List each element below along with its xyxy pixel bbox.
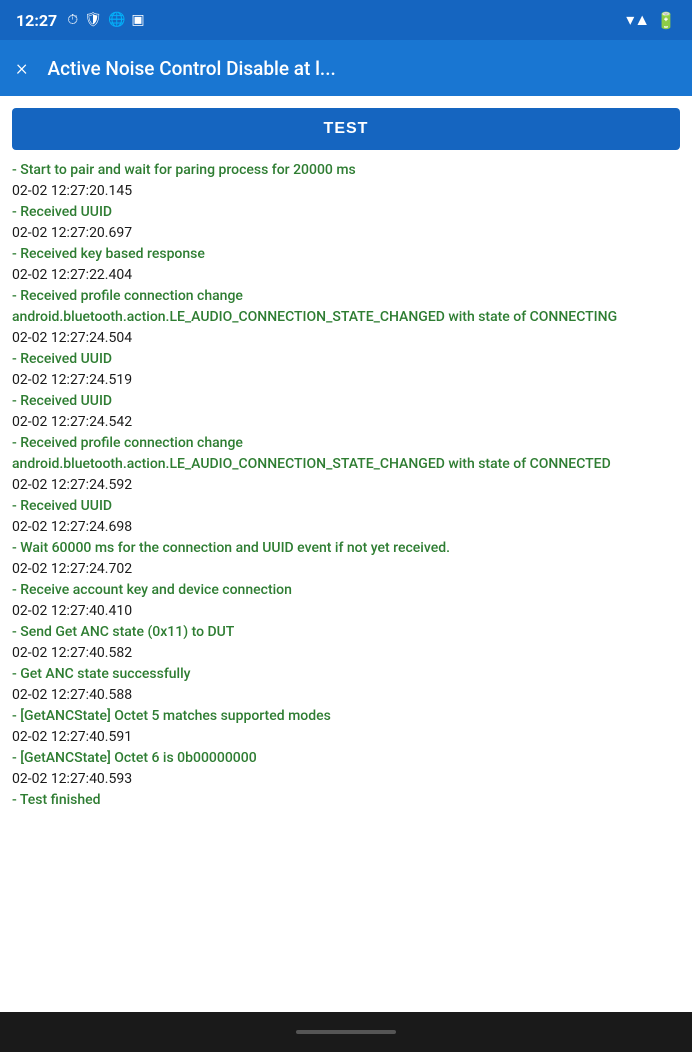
clock-icon: ⏱	[67, 12, 78, 28]
log-timestamp: 02-02 12:27:20.697	[12, 223, 676, 244]
app-bar: × Active Noise Control Disable at l...	[0, 40, 692, 96]
log-timestamp: 02-02 12:27:40.591	[12, 727, 676, 748]
app-bar-title: Active Noise Control Disable at l...	[48, 57, 336, 80]
log-timestamp: 02-02 12:27:40.582	[12, 643, 676, 664]
log-timestamp: 02-02 12:27:24.504	[12, 328, 676, 349]
log-message: - Test finished	[12, 790, 676, 811]
status-bar: 12:27 ⏱ 🛡 🌐 ▣ ▾▲ 🔋	[0, 0, 692, 40]
log-message: - Received UUID	[12, 391, 676, 412]
wifi-icon: ▾▲	[626, 10, 650, 30]
battery-icon: 🔋	[656, 11, 676, 30]
log-timestamp: 02-02 12:27:40.593	[12, 769, 676, 790]
status-time: 12:27	[16, 11, 57, 30]
log-timestamp: 02-02 12:27:40.588	[12, 685, 676, 706]
log-timestamp: 02-02 12:27:24.542	[12, 412, 676, 433]
screen-icon: ▣	[131, 12, 144, 28]
log-timestamp: 02-02 12:27:24.592	[12, 475, 676, 496]
log-message: - Received UUID	[12, 496, 676, 517]
main-content: TEST - Start to pair and wait for paring…	[0, 96, 692, 1012]
log-message: - Receive account key and device connect…	[12, 580, 676, 601]
log-message: - Start to pair and wait for paring proc…	[12, 160, 676, 181]
log-message: - Received UUID	[12, 349, 676, 370]
log-timestamp: 02-02 12:27:24.702	[12, 559, 676, 580]
log-timestamp: 02-02 12:27:22.404	[12, 265, 676, 286]
test-button[interactable]: TEST	[12, 108, 680, 150]
log-message: - Send Get ANC state (0x11) to DUT	[12, 622, 676, 643]
log-area[interactable]: - Start to pair and wait for paring proc…	[12, 160, 680, 1012]
log-message: - Received profile connection change and…	[12, 433, 676, 475]
status-bar-left: 12:27 ⏱ 🛡 🌐 ▣	[16, 11, 145, 30]
log-message: - Received UUID	[12, 202, 676, 223]
shield-icon: 🛡	[84, 12, 102, 28]
log-timestamp: 02-02 12:27:20.145	[12, 181, 676, 202]
log-message: - [GetANCState] Octet 6 is 0b00000000	[12, 748, 676, 769]
status-bar-right: ▾▲ 🔋	[626, 10, 676, 30]
status-icons: ⏱ 🛡 🌐 ▣	[67, 12, 144, 28]
log-timestamp: 02-02 12:27:24.519	[12, 370, 676, 391]
nav-bar	[0, 1012, 692, 1052]
log-message: - Get ANC state successfully	[12, 664, 676, 685]
log-timestamp: 02-02 12:27:24.698	[12, 517, 676, 538]
globe-icon: 🌐	[108, 12, 125, 28]
nav-bar-indicator	[296, 1030, 396, 1034]
log-message: - Wait 60000 ms for the connection and U…	[12, 538, 676, 559]
log-message: - [GetANCState] Octet 5 matches supporte…	[12, 706, 676, 727]
close-button[interactable]: ×	[16, 56, 28, 81]
log-timestamp: 02-02 12:27:40.410	[12, 601, 676, 622]
log-message: - Received key based response	[12, 244, 676, 265]
log-message: - Received profile connection change and…	[12, 286, 676, 328]
